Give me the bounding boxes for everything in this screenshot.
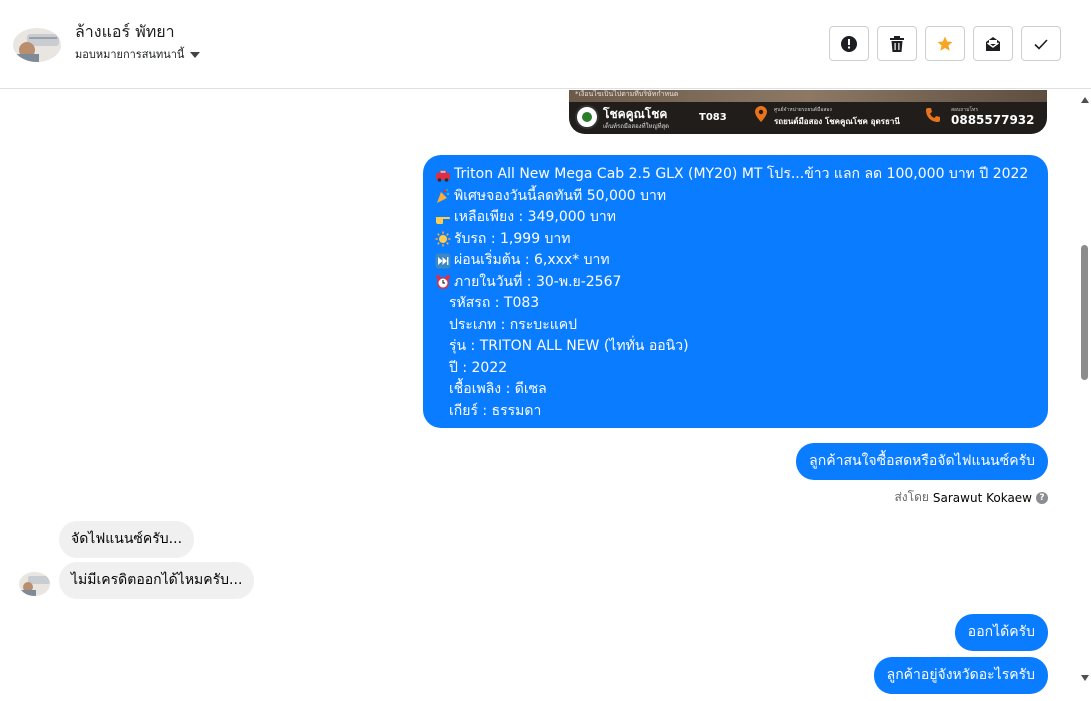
car-offer-message[interactable]: Triton All New Mega Cab 2.5 GLX (MY20) M… — [423, 155, 1048, 428]
alarm-clock-emoji-icon — [436, 275, 450, 290]
offer-line-text: Triton All New Mega Cab 2.5 GLX (MY20) M… — [454, 166, 1029, 182]
banner-note: *เงื่อนไขเป็นไปตามที่บริษัทกำหนด — [575, 90, 679, 98]
conversation-toolbar — [829, 26, 1061, 61]
star-icon — [937, 36, 953, 51]
offer-line-text: พิเศษจองวันนี้ลดทันที 50,000 บาท — [454, 187, 667, 204]
sent-by-label: ส่งโดย Sarawut Kokaew ? — [894, 488, 1048, 507]
assign-label: มอบหมายการสนทนานี้ — [75, 48, 185, 61]
envelope-open-icon — [986, 36, 1000, 51]
check-icon — [1034, 38, 1048, 50]
conversation-header: ล้างแอร์ พัทยา มอบหมายการสนทนานี้ — [0, 0, 1091, 89]
offer-line: ภายในวันที่ : 30-พ.ย-2567 — [435, 272, 1036, 294]
incoming-message[interactable]: จัดไฟแนนซ์ครับ... — [59, 521, 195, 558]
phone-icon — [926, 108, 940, 122]
banner-car-code: T083 — [699, 112, 727, 123]
mark-unread-button[interactable] — [973, 26, 1013, 61]
car-emoji-icon — [436, 169, 450, 182]
trash-icon — [890, 35, 904, 52]
offer-line-text: เหลือเพียง : 349,000 บาท — [454, 209, 616, 225]
car-ad-image[interactable]: *เงื่อนไขเป็นไปตามที่บริษัทกำหนด โชคคูณโ… — [569, 90, 1047, 134]
contact-name: ล้างแอร์ พัทยา — [75, 22, 175, 41]
offer-line: เหลือเพียง : 349,000 บาท — [435, 207, 1036, 229]
sun-emoji-icon — [435, 231, 451, 247]
offer-line-text: รับรถ : 1,999 บาท — [454, 230, 571, 247]
help-icon[interactable]: ? — [1036, 491, 1048, 504]
offer-line: Triton All New Mega Cab 2.5 GLX (MY20) M… — [435, 164, 1036, 186]
outgoing-message[interactable]: ลูกค้าสนใจซื้อสดหรือจัดไฟแนนซ์ครับ — [796, 443, 1048, 480]
thread-scrollbar[interactable] — [1078, 90, 1091, 701]
fast-forward-emoji-icon — [435, 253, 451, 269]
scrollbar-thumb[interactable] — [1081, 245, 1088, 380]
assign-conversation-dropdown[interactable]: มอบหมายการสนทนานี้ — [75, 45, 201, 63]
sender-name[interactable]: Sarawut Kokaew — [933, 491, 1032, 505]
alert-circle-icon — [841, 35, 857, 52]
dealer-tagline: เต็นท์รถมือสองที่ใหญ่ที่สุด — [603, 123, 670, 130]
banner-location: รถยนต์มือสอง โชคคูณโชค อุดรธานี — [774, 117, 900, 126]
detail-line: เกียร์ : ธรรมดา — [449, 402, 542, 419]
banner-location-caption: ศูนย์จำหน่ายรถยนต์มือสอง — [774, 107, 832, 113]
offer-line-text: ภายในวันที่ : 30-พ.ย-2567 — [454, 273, 622, 290]
dealer-logo-icon — [575, 105, 599, 129]
contact-avatar-small[interactable] — [19, 572, 50, 596]
detail-line: ประเภท : กระบะแคป — [449, 316, 577, 333]
pointing-hand-emoji-icon — [436, 216, 450, 224]
location-pin-icon — [755, 106, 767, 122]
sent-by-prefix: ส่งโดย — [894, 490, 929, 504]
scroll-up-arrow-icon[interactable] — [1081, 97, 1089, 103]
offer-line: พิเศษจองวันนี้ลดทันที 50,000 บาท — [435, 186, 1036, 208]
banner-phone: 0885577932 — [951, 113, 1035, 127]
offer-line: รับรถ : 1,999 บาท — [435, 229, 1036, 251]
mark-done-button[interactable] — [1021, 26, 1061, 61]
offer-line-text: ผ่อนเริ่มต้น : 6,xxx* บาท — [454, 252, 610, 268]
scroll-down-arrow-icon[interactable] — [1081, 675, 1089, 681]
outgoing-message[interactable]: ลูกค้าอยู่จังหวัดอะไรครับ — [873, 657, 1048, 694]
incoming-message[interactable]: ไม่มีเครดิตออกได้ไหมครับ... — [59, 562, 255, 599]
outgoing-message[interactable]: ออกได้ครับ — [954, 614, 1048, 651]
detail-line: รหัสรถ : T083 — [449, 295, 540, 311]
contact-avatar[interactable] — [13, 28, 61, 62]
delete-button[interactable] — [877, 26, 917, 61]
message-thread[interactable]: *เงื่อนไขเป็นไปตามที่บริษัทกำหนด โชคคูณโ… — [0, 90, 1078, 701]
detail-line: ปี : 2022 — [449, 359, 508, 376]
party-popper-emoji-icon — [437, 189, 450, 204]
star-button[interactable] — [925, 26, 965, 61]
detail-line: เชื้อเพลิง : ดีเซล — [449, 381, 547, 397]
detail-line: รุ่น : TRITON ALL NEW (ไททั่น ออนิว) — [449, 338, 689, 354]
spam-alert-button[interactable] — [829, 26, 869, 61]
offer-line: ผ่อนเริ่มต้น : 6,xxx* บาท — [435, 250, 1036, 272]
caret-down-icon — [190, 51, 201, 58]
